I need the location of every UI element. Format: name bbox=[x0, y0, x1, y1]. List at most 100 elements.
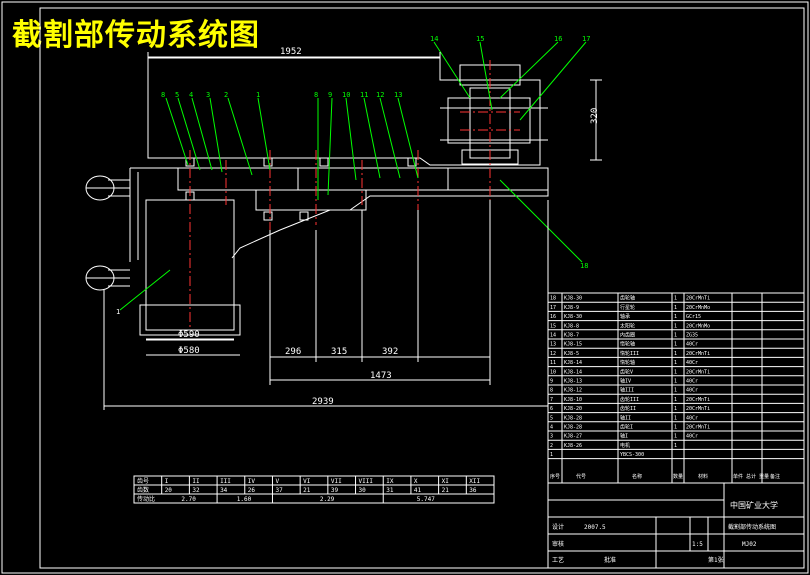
bom-material: 20CrMnTi bbox=[686, 351, 710, 357]
bom-code: KJ8-26 bbox=[564, 443, 582, 449]
bom-material: 20CrMnTi bbox=[686, 425, 710, 431]
bom-header-material: 材料 bbox=[698, 473, 708, 480]
speed-ratio-cell: 2.29 bbox=[320, 496, 335, 503]
speed-ratio-cell: 2.70 bbox=[181, 496, 196, 503]
bom-qty: 1 bbox=[674, 425, 677, 431]
speed-header-cell: VIII bbox=[359, 478, 374, 485]
tb-date: 2007.5 bbox=[584, 524, 606, 531]
bom-name: 内齿圈 bbox=[620, 332, 635, 339]
bom-code: KJ8-28 bbox=[564, 415, 582, 421]
dim-tower-height: 320 bbox=[590, 108, 600, 124]
bom-no: 18 bbox=[550, 296, 556, 302]
callout-label: 9 bbox=[328, 91, 332, 99]
bom-header-note: 备注 bbox=[770, 473, 780, 480]
bom-material: GCr15 bbox=[686, 314, 701, 320]
bom-no: 5 bbox=[550, 415, 553, 421]
callout-label: 8 bbox=[314, 91, 318, 99]
bom-header-name: 名称 bbox=[632, 473, 642, 480]
bom-name: 行星轮 bbox=[620, 304, 635, 311]
speed-teeth-cell: 21 bbox=[442, 487, 450, 494]
drawing-canvas: 8 5 4 3 2 1 8 9 10 11 12 13 14 15 16 17 … bbox=[1, 1, 809, 574]
tb-check: 审核 bbox=[552, 540, 564, 548]
bom-no: 14 bbox=[550, 333, 556, 339]
callout-label: 11 bbox=[360, 91, 368, 99]
bom-code: KJ8-14 bbox=[564, 360, 582, 366]
bom-qty: 1 bbox=[674, 415, 677, 421]
speed-table: 齿号 I II III IV V VI VII VIII IX X XI XII齿数 20 32 34 26 37… bbox=[133, 475, 495, 504]
bom-name: 齿轮II bbox=[620, 405, 636, 412]
speed-teeth-cell: 34 bbox=[220, 487, 228, 494]
speed-header-cell: I bbox=[165, 478, 169, 485]
bom-header-weight: 单件 总计 重量 bbox=[733, 473, 769, 480]
dimension-lines bbox=[103, 52, 602, 410]
callout-label: 10 bbox=[342, 91, 350, 99]
callout-label: 13 bbox=[394, 91, 402, 99]
speed-teeth-cell: 31 bbox=[386, 487, 394, 494]
bom-header-qty: 数量 bbox=[673, 473, 683, 480]
tb-sheet: 第1张 bbox=[708, 556, 724, 564]
bom-qty: 1 bbox=[674, 388, 677, 394]
speed-teeth-cell: 41 bbox=[414, 487, 422, 494]
callout-label: 1 bbox=[256, 91, 260, 99]
bom-code: KJ8-10 bbox=[564, 397, 582, 403]
bom-material: ZG35 bbox=[686, 333, 698, 339]
bom-qty: 1 bbox=[674, 333, 677, 339]
bom-code: KJ8-14 bbox=[564, 369, 582, 375]
callout-labels: 8 5 4 3 2 1 8 9 10 11 12 13 14 15 16 17 … bbox=[116, 35, 590, 316]
bom-qty: 1 bbox=[674, 369, 677, 375]
bom-no: 13 bbox=[550, 342, 556, 348]
tb-approve: 批准 bbox=[604, 556, 616, 564]
bom-code: KJ8-7 bbox=[564, 333, 579, 339]
bom-name: YBCS-300 bbox=[620, 452, 644, 458]
speed-ratio-cell: 1.60 bbox=[237, 496, 252, 503]
bom-name: 惰轮III bbox=[620, 350, 639, 357]
bom-no: 15 bbox=[550, 323, 556, 329]
dim-d3: 392 bbox=[382, 347, 398, 357]
callout-label: 17 bbox=[582, 35, 590, 43]
bom-name: 齿轮I bbox=[620, 424, 633, 431]
speed-header-cell: XI bbox=[442, 478, 450, 485]
bom-material: 40Cr bbox=[686, 388, 698, 394]
callout-label: 3 bbox=[206, 91, 210, 99]
speed-ratio-label: 传动比 bbox=[137, 495, 155, 503]
bom-code: KJ8-12 bbox=[564, 388, 582, 394]
bom-name: 电机 bbox=[620, 442, 630, 449]
speed-header-cell: VI bbox=[303, 478, 311, 485]
callout-label: 12 bbox=[376, 91, 384, 99]
bom-code: KJ8-9 bbox=[564, 305, 579, 311]
bom-no: 8 bbox=[550, 388, 553, 394]
speed-teeth-cell: 齿数 bbox=[137, 486, 149, 494]
speed-teeth-cell: 20 bbox=[165, 487, 173, 494]
bom-name: 轴承 bbox=[620, 313, 630, 320]
dim-top-length: 1952 bbox=[280, 47, 302, 57]
speed-teeth-cell: 26 bbox=[248, 487, 256, 494]
bom-no: 1 bbox=[550, 452, 553, 458]
speed-header-cell: III bbox=[220, 478, 231, 485]
outer-border bbox=[1, 1, 809, 574]
bom-code: KJ8-30 bbox=[564, 314, 582, 320]
bom-material: 20CrMnTi bbox=[686, 406, 710, 412]
bom-qty: 1 bbox=[674, 397, 677, 403]
bom-no: 4 bbox=[550, 425, 553, 431]
title-block-text: 中国矿业大学 截割部传动系统图 MJ02 1:5 第1张 设计 2007.5 审… bbox=[552, 500, 778, 564]
bom-no: 6 bbox=[550, 406, 553, 412]
callout-label: 2 bbox=[224, 91, 228, 99]
bom-no: 11 bbox=[550, 360, 556, 366]
speed-teeth-cell: 37 bbox=[275, 487, 283, 494]
tb-scale: 1:5 bbox=[692, 541, 703, 548]
tb-org: 中国矿业大学 bbox=[730, 500, 778, 510]
tb-drawing-name: 截割部传动系统图 bbox=[728, 523, 776, 531]
bom-name: 惰轮轴 bbox=[620, 359, 635, 366]
bom-header-no: 序号 bbox=[550, 473, 560, 480]
tb-design: 设计 bbox=[552, 523, 564, 531]
bom-header-code: 代号 bbox=[576, 473, 586, 480]
bom-name: 齿轮III bbox=[620, 396, 639, 403]
callout-label: 5 bbox=[175, 91, 179, 99]
bom-code: KJ8-27 bbox=[564, 434, 582, 440]
bom-no: 10 bbox=[550, 369, 556, 375]
bom-material: 20CrMnMo bbox=[686, 323, 710, 329]
callout-label: 8 bbox=[161, 91, 165, 99]
callout-label: 15 bbox=[476, 35, 484, 43]
speed-header-cell: XII bbox=[469, 478, 480, 485]
bom-qty: 1 bbox=[674, 296, 677, 302]
